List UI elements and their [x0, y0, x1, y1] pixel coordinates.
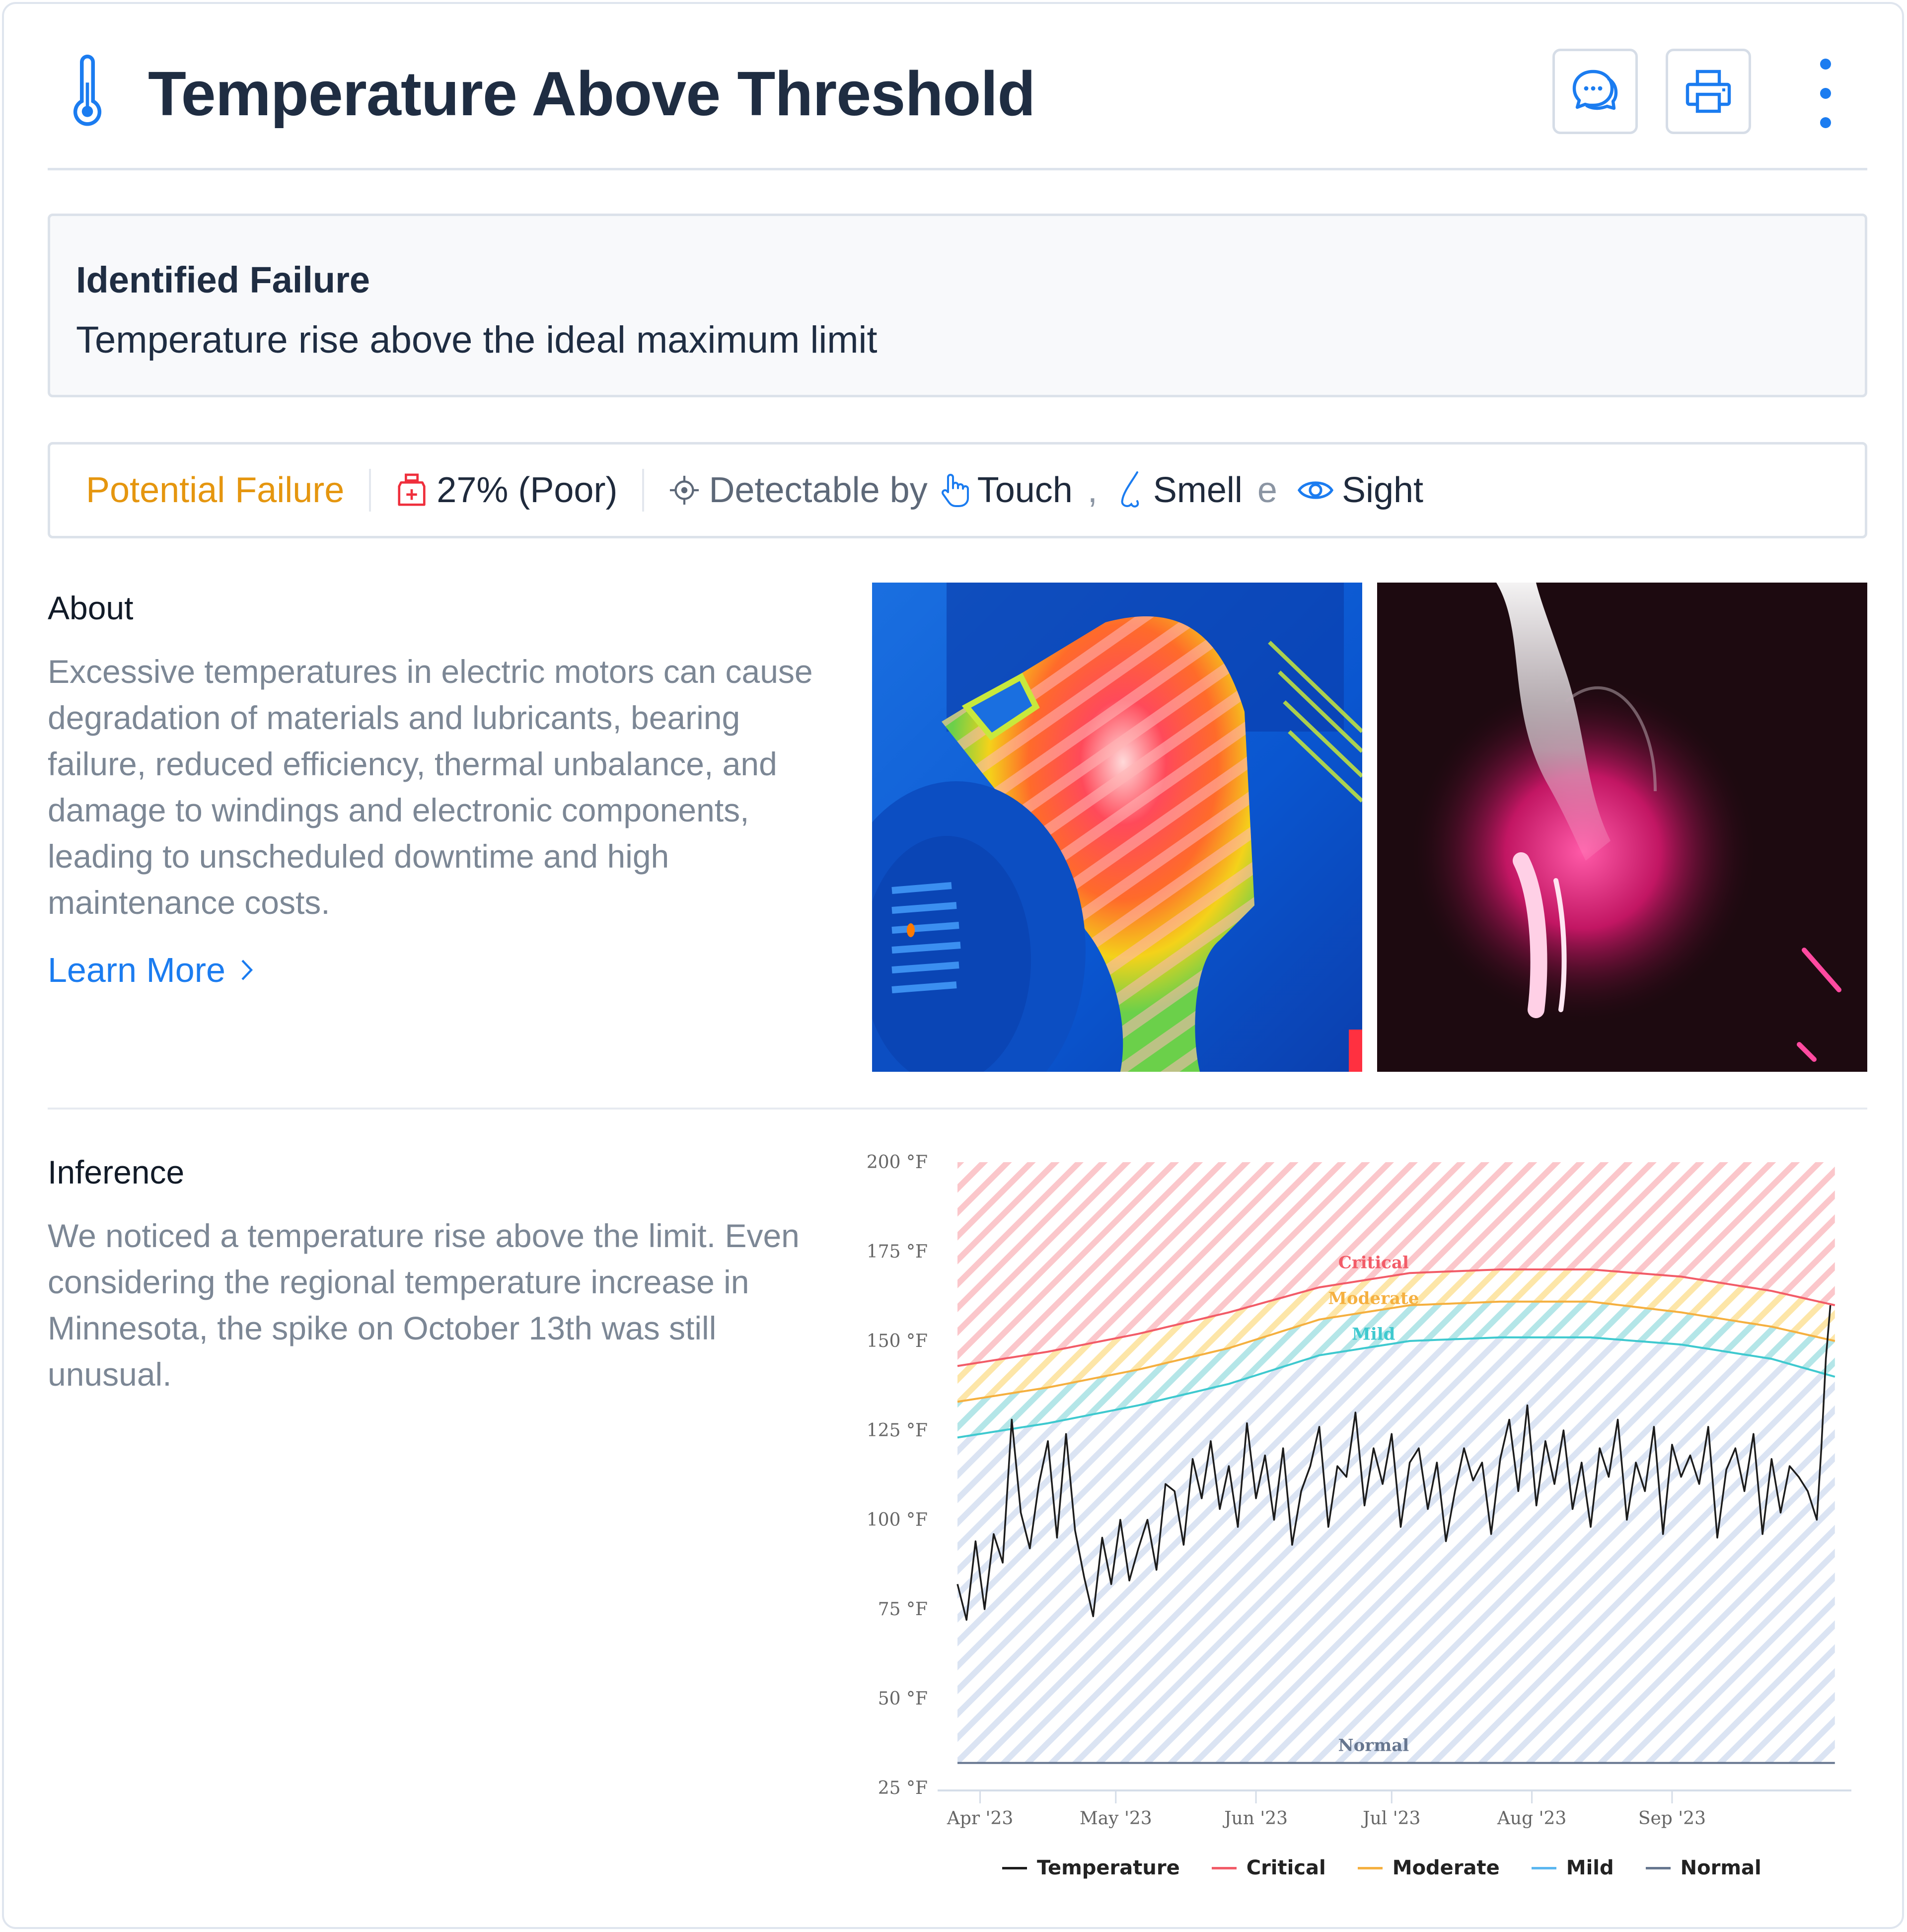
nose-icon: [1121, 471, 1139, 508]
hand-pointer-icon: [941, 474, 969, 507]
more-options-button[interactable]: [1811, 59, 1840, 128]
legend-swatch: [1645, 1866, 1671, 1869]
legend-swatch: [1357, 1866, 1383, 1869]
x-tick-label: Sep '23: [1638, 1808, 1706, 1829]
sense-touch: Touch: [928, 470, 1073, 511]
legend-item-normal[interactable]: Normal: [1645, 1857, 1761, 1879]
section-divider: [48, 1108, 1867, 1110]
identified-failure-box: Identified Failure Temperature rise abov…: [48, 214, 1867, 397]
chart-legend: Temperature Critical Moderate Mild Norma…: [1002, 1857, 1793, 1879]
learn-more-label: Learn More: [48, 951, 225, 989]
smoking-bearing-image: [1377, 583, 1867, 1072]
legend-label: Moderate: [1392, 1857, 1500, 1879]
kebab-dot: [1820, 88, 1831, 99]
print-button[interactable]: [1666, 49, 1751, 134]
legend-item-critical[interactable]: Critical: [1211, 1857, 1326, 1879]
legend-label: Critical: [1246, 1857, 1326, 1879]
identified-failure-heading: Identified Failure: [76, 259, 370, 300]
y-axis: 25 °F 50 °F 75 °F 100 °F 125 °F 150 °F 175 °F 2…: [867, 1152, 928, 1798]
thermal-image-motor: [872, 583, 1362, 1072]
y-tick-label: 200 °F: [867, 1152, 928, 1173]
thermometer-icon: [73, 55, 102, 126]
inference-text: We noticed a temperature rise above the …: [48, 1217, 800, 1393]
divider: [642, 469, 645, 512]
x-tick-label: May '23: [1080, 1808, 1152, 1829]
detectable-by: Detectable by Touch , Smell e Sight: [669, 470, 1423, 511]
printer-icon: [1686, 70, 1731, 113]
x-axis: Apr '23 May '23 Jun '23 Jul '23 Aug '23 Sep '…: [938, 1789, 1851, 1829]
y-tick-label: 125 °F: [867, 1420, 928, 1441]
band-label-moderate: Moderate: [1328, 1289, 1419, 1309]
sense-conjunction: e: [1257, 470, 1277, 510]
x-tick-label: Apr '23: [947, 1808, 1013, 1829]
legend-label: Normal: [1680, 1857, 1761, 1879]
band-label-normal: Normal: [1338, 1736, 1409, 1756]
page-title: Temperature Above Threshold: [148, 59, 1035, 129]
legend-swatch: [1531, 1866, 1556, 1869]
about-heading: About: [48, 590, 134, 626]
x-tick-label: Aug '23: [1497, 1808, 1566, 1829]
x-tick-label: Jul '23: [1361, 1808, 1420, 1829]
legend-swatch: [1002, 1866, 1027, 1869]
kebab-dot: [1820, 117, 1831, 128]
learn-more-link[interactable]: Learn More: [48, 950, 254, 990]
band-label-critical: Critical: [1338, 1253, 1409, 1273]
divider: [369, 469, 371, 512]
sense-smell: Smell: [1106, 470, 1243, 511]
detectable-by-label: Detectable by: [709, 470, 928, 510]
y-tick-label: 175 °F: [867, 1242, 928, 1262]
inference-heading: Inference: [48, 1154, 185, 1190]
failure-category-label: Potential Failure: [86, 470, 345, 510]
health-score-value: 27% (Poor): [437, 470, 618, 510]
failure-detail-card: Temperature Above Threshold Identified F…: [2, 2, 1904, 1929]
y-tick-label: 25 °F: [878, 1778, 928, 1798]
temperature-chart: 25 °F 50 °F 75 °F 100 °F 125 °F 150 °F 175 °F 2…: [848, 1126, 1881, 1901]
medical-kit-icon: [398, 473, 426, 506]
failure-status-bar: Potential Failure 27% (Poor) Detectable …: [48, 442, 1867, 538]
sense-smell-label: Smell: [1153, 470, 1243, 510]
y-tick-label: 100 °F: [867, 1510, 928, 1530]
comments-button[interactable]: [1552, 49, 1638, 134]
kebab-dot: [1820, 59, 1831, 70]
chevron-right-icon: [241, 960, 253, 980]
sense-sight-label: Sight: [1341, 470, 1424, 510]
legend-label: Mild: [1566, 1857, 1614, 1879]
x-tick-label: Jun '23: [1222, 1808, 1288, 1829]
legend-label: Temperature: [1037, 1857, 1180, 1879]
legend-item-moderate[interactable]: Moderate: [1357, 1857, 1500, 1879]
sense-touch-label: Touch: [977, 470, 1073, 510]
identified-failure-text: Temperature rise above the ideal maximum…: [76, 319, 878, 361]
eye-icon: [1297, 481, 1333, 499]
legend-item-mild[interactable]: Mild: [1531, 1857, 1614, 1879]
y-tick-label: 50 °F: [878, 1689, 928, 1709]
y-tick-label: 150 °F: [867, 1331, 928, 1351]
crosshair-icon: [670, 475, 699, 505]
legend-swatch: [1211, 1866, 1237, 1869]
card-header: Temperature Above Threshold: [48, 44, 1867, 170]
health-score: 27% (Poor): [396, 470, 617, 511]
sense-separator: ,: [1087, 470, 1098, 510]
band-label-mild: Mild: [1352, 1325, 1395, 1344]
y-tick-label: 75 °F: [878, 1599, 928, 1620]
chat-bubbles-icon: [1572, 70, 1618, 110]
legend-item-temperature[interactable]: Temperature: [1002, 1857, 1180, 1879]
sense-sight: Sight: [1286, 470, 1423, 511]
about-text: Excessive temperatures in electric motor…: [48, 653, 813, 921]
